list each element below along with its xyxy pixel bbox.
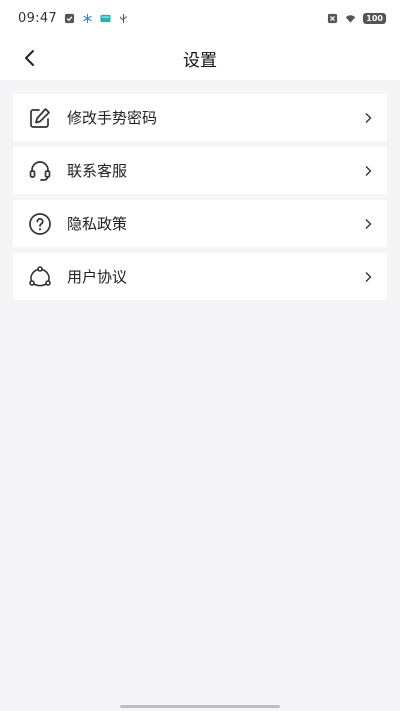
settings-item-change-gesture-password[interactable]: 修改手势密码 bbox=[13, 94, 387, 141]
settings-item-label: 联系客服 bbox=[67, 162, 128, 180]
snowflake-icon bbox=[83, 13, 92, 23]
app-badge-icon bbox=[100, 14, 111, 22]
settings-item-user-agreement[interactable]: 用户协议 bbox=[13, 253, 387, 300]
settings-item-label: 修改手势密码 bbox=[67, 109, 158, 127]
check-square-icon bbox=[64, 13, 75, 23]
status-left: 09:47 bbox=[18, 11, 129, 26]
settings-item-contact-support[interactable]: 联系客服 bbox=[13, 147, 387, 194]
settings-list: 修改手势密码 联系客服 隐私政策 用户协议 bbox=[0, 80, 400, 300]
settings-item-label: 隐私政策 bbox=[67, 215, 128, 233]
close-box-icon bbox=[328, 13, 338, 23]
edit-icon bbox=[28, 106, 52, 130]
chevron-right-icon bbox=[363, 217, 373, 231]
wifi-icon bbox=[346, 14, 356, 23]
usb-icon bbox=[120, 13, 127, 23]
status-bar: 09:47 100 bbox=[0, 0, 400, 36]
chevron-right-icon bbox=[363, 111, 373, 125]
chevron-left-icon bbox=[25, 50, 34, 66]
settings-item-privacy-policy[interactable]: 隐私政策 bbox=[13, 200, 387, 247]
battery-indicator: 100 bbox=[363, 12, 386, 24]
home-indicator[interactable] bbox=[120, 705, 280, 708]
settings-item-label: 用户协议 bbox=[67, 268, 128, 286]
status-time: 09:47 bbox=[18, 10, 57, 26]
back-button[interactable] bbox=[14, 44, 44, 72]
top-area: 09:47 100 设置 bbox=[0, 0, 400, 80]
chevron-right-icon bbox=[363, 270, 373, 284]
chevron-right-icon bbox=[363, 164, 373, 178]
headset-icon bbox=[28, 159, 52, 183]
page-title: 设置 bbox=[183, 50, 217, 71]
status-right: 100 bbox=[327, 12, 386, 24]
question-circle-icon bbox=[28, 212, 52, 236]
nav-bar: 设置 bbox=[0, 36, 400, 80]
share-nodes-icon bbox=[28, 265, 52, 289]
